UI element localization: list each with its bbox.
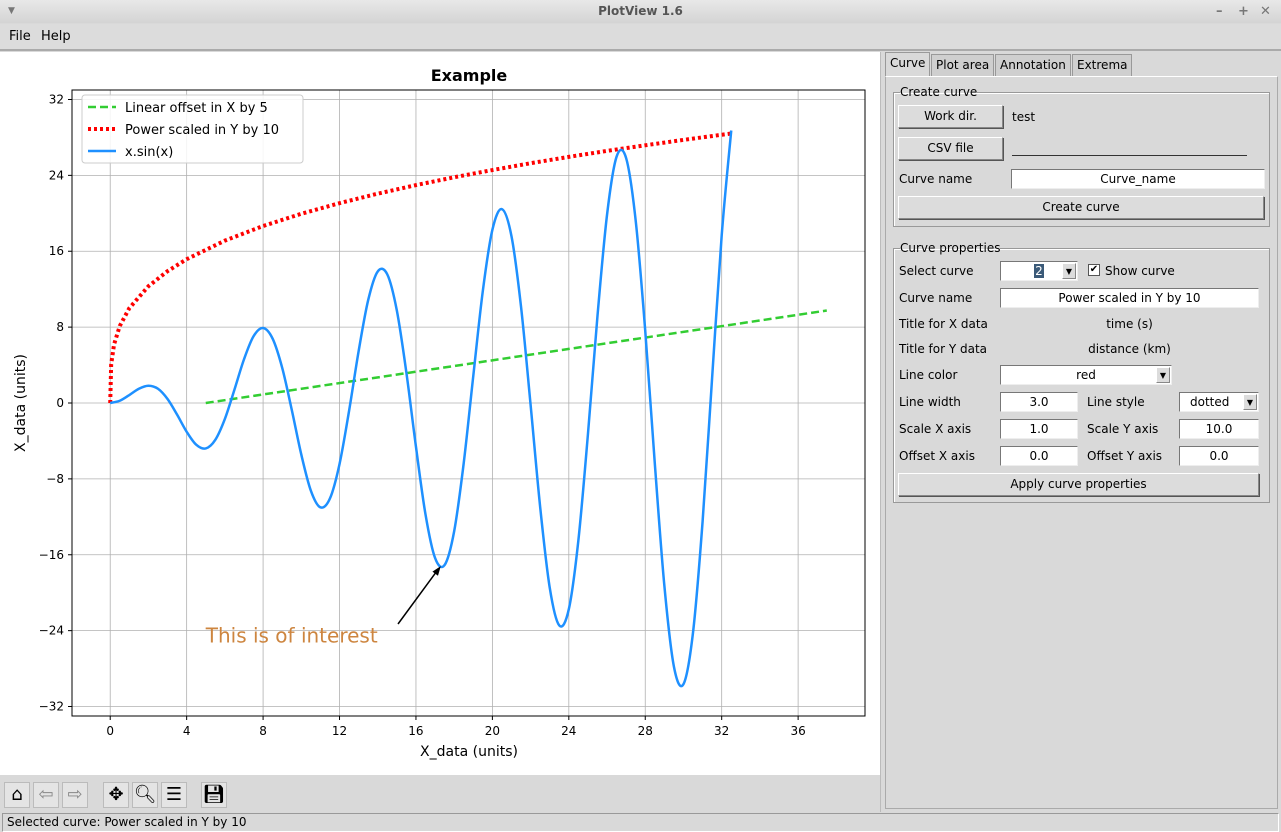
x-tick-label: 36 — [790, 724, 805, 738]
x-tick-label: 4 — [183, 724, 191, 738]
legend: Linear offset in X by 5 Power scaled in Y… — [81, 94, 304, 164]
menu-bar: File Help — [0, 24, 1281, 51]
curve-name-label: Curve name — [899, 291, 973, 305]
line-width-input[interactable]: 3.0 — [1000, 392, 1078, 412]
csv-file-button[interactable]: CSV file — [898, 137, 1003, 160]
curve-properties-legend: Curve properties — [900, 241, 1001, 255]
scale-x-label: Scale X axis — [899, 422, 972, 436]
title-x-value: time (s) — [1106, 317, 1153, 331]
line-color-label: Line color — [899, 368, 958, 382]
chevron-down-icon[interactable]: ▼ — [1156, 367, 1170, 383]
y-tick-label: 24 — [49, 168, 64, 182]
select-curve-label: Select curve — [899, 264, 974, 278]
show-curve-label: Show curve — [1105, 264, 1175, 278]
line-style-label: Line style — [1087, 395, 1145, 409]
legend-entry: x.sin(x) — [125, 145, 173, 160]
back-arrow-icon[interactable]: ⇦ — [33, 782, 59, 808]
offset-x-input[interactable]: 0.0 — [1000, 446, 1078, 466]
x-tick-label: 24 — [561, 724, 576, 738]
legend-entry: Power scaled in Y by 10 — [125, 123, 279, 138]
work-dir-button[interactable]: Work dir. — [898, 105, 1003, 128]
work-dir-value: test — [1012, 110, 1036, 124]
y-tick-label: −8 — [46, 472, 64, 486]
y-tick-label: 32 — [49, 92, 64, 106]
y-tick-label: 0 — [56, 396, 64, 410]
y-tick-label: 8 — [56, 320, 64, 334]
series-line-2 — [109, 130, 733, 688]
select-curve-dropdown[interactable]: 2 ▼ — [1000, 261, 1078, 281]
close-icon[interactable]: ✕ — [1260, 0, 1271, 23]
pan-icon[interactable]: ✥ — [103, 782, 129, 808]
tab-plot-area[interactable]: Plot area — [931, 54, 995, 76]
title-x-label: Title for X data — [899, 317, 988, 331]
scale-x-input[interactable]: 1.0 — [1000, 419, 1078, 439]
new-curve-name-input[interactable]: Curve_name — [1011, 169, 1265, 189]
home-icon[interactable]: ⌂ — [4, 782, 30, 808]
tab-curve[interactable]: Curve — [885, 52, 931, 76]
series-line-0 — [205, 309, 827, 405]
line-color-value: red — [1076, 368, 1096, 382]
maximize-icon[interactable]: + — [1238, 0, 1249, 23]
menu-help[interactable]: Help — [41, 29, 71, 44]
select-curve-value: 2 — [1034, 264, 1044, 278]
y-tick-label: 16 — [49, 244, 64, 258]
configure-subplots-icon[interactable]: ☰ — [161, 782, 187, 808]
offset-y-label: Offset Y axis — [1087, 449, 1163, 463]
tab-extrema[interactable]: Extrema — [1072, 54, 1133, 76]
offset-x-label: Offset X axis — [899, 449, 975, 463]
csv-file-value — [1012, 139, 1247, 156]
x-tick-label: 12 — [332, 724, 347, 738]
line-color-dropdown[interactable]: red ▼ — [1000, 365, 1172, 385]
minimize-icon[interactable]: – — [1216, 0, 1223, 23]
tab-annotation[interactable]: Annotation — [995, 54, 1071, 76]
line-style-value: dotted — [1190, 395, 1230, 409]
chart: 0 4 8 12 16 20 24 28 32 36 32 24 16 8 0 −8 −16 −24 −32 Exa… — [13, 66, 866, 760]
title-y-value: distance (km) — [1088, 342, 1171, 356]
save-icon[interactable]: 💾︎ — [201, 782, 227, 808]
y-tick-label: −16 — [39, 548, 64, 562]
scale-y-input[interactable]: 10.0 — [1179, 419, 1259, 439]
line-width-label: Line width — [899, 395, 961, 409]
zoom-icon[interactable]: 🔍︎ — [132, 782, 158, 808]
line-style-dropdown[interactable]: dotted ▼ — [1179, 392, 1259, 412]
x-tick-label: 8 — [259, 724, 267, 738]
curve-tab-content: Create curve Work dir. test CSV file Cur… — [885, 76, 1278, 809]
x-tick-label: 16 — [408, 724, 423, 738]
offset-y-input[interactable]: 0.0 — [1179, 446, 1259, 466]
y-tick-label: −24 — [39, 624, 64, 638]
x-tick-label: 32 — [714, 724, 729, 738]
window-menu-icon[interactable]: ▼ — [8, 0, 15, 23]
curve-name-label: Curve name — [899, 172, 973, 186]
chevron-down-icon[interactable]: ▼ — [1062, 263, 1076, 279]
menu-file[interactable]: File — [9, 29, 31, 44]
create-curve-button[interactable]: Create curve — [898, 196, 1264, 219]
y-axis-label: X_data (units) — [13, 354, 29, 452]
y-tick-label: −32 — [39, 700, 64, 714]
navigation-toolbar: ⌂ ⇦ ⇨ ✥ 🔍︎ ☰ 💾︎ — [0, 776, 880, 812]
curve-name-input[interactable]: Power scaled in Y by 10 — [1000, 288, 1259, 308]
create-curve-legend: Create curve — [900, 85, 978, 99]
status-bar: Selected curve: Power scaled in Y by 10 — [2, 813, 1279, 832]
legend-entry: Linear offset in X by 5 — [125, 101, 268, 116]
x-tick-label: 28 — [638, 724, 653, 738]
chart-title: Example — [431, 66, 508, 85]
annotation-arrow — [397, 570, 438, 625]
show-curve-checkbox[interactable]: ✔ — [1088, 264, 1100, 276]
x-tick-label: 0 — [106, 724, 114, 738]
window-title: PlotView 1.6 — [598, 4, 683, 18]
side-panel: Curve Plot area Annotation Extrema Creat… — [880, 52, 1281, 812]
plot-figure[interactable]: 0 4 8 12 16 20 24 28 32 36 32 24 16 8 0 −8 −16 −24 −32 Exa… — [0, 52, 880, 775]
forward-arrow-icon[interactable]: ⇨ — [62, 782, 88, 808]
x-tick-label: 20 — [485, 724, 500, 738]
chevron-down-icon[interactable]: ▼ — [1243, 394, 1257, 410]
title-bar: ▼ PlotView 1.6 – + ✕ — [0, 0, 1281, 23]
title-y-label: Title for Y data — [899, 342, 988, 356]
x-axis-label: X_data (units) — [420, 744, 518, 760]
series-line-1 — [108, 131, 732, 404]
scale-y-label: Scale Y axis — [1087, 422, 1159, 436]
apply-curve-properties-button[interactable]: Apply curve properties — [898, 473, 1259, 496]
annotation-text: This is of interest — [205, 623, 378, 647]
